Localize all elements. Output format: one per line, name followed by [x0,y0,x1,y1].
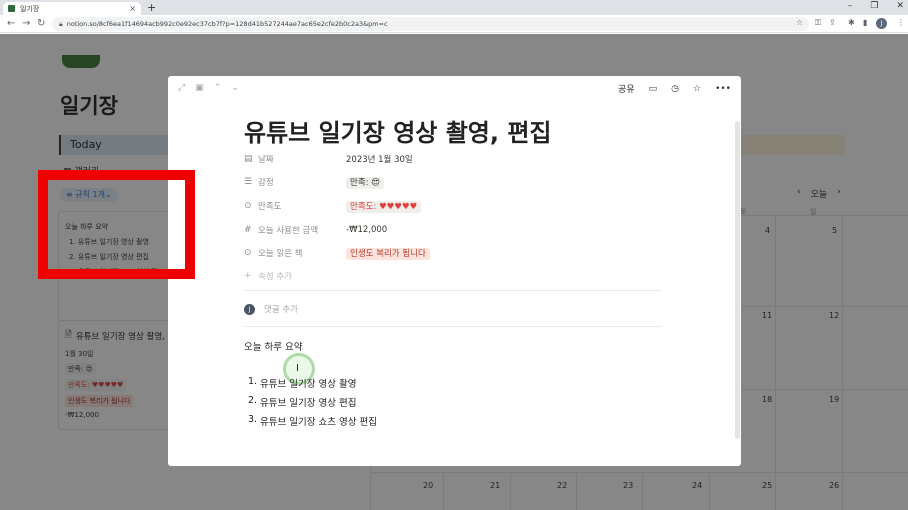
new-tab-button[interactable]: + [147,1,156,14]
reload-icon[interactable]: ↻ [37,18,45,29]
list-item[interactable]: 2. 유튜브 일기장 영상 편집 [248,395,377,414]
address-bar-row: ← → ↻ 🔒︎ notion.so/8cf6ea1f14694acb992c0… [0,15,908,33]
add-comment-placeholder: 댓글 추가 [264,305,298,315]
property-key: 오늘 사용한 금액 [258,226,319,236]
list-text: 유튜브 일기장 영상 편집 [260,398,357,409]
number-icon: # [244,225,252,235]
extensions-puzzle-icon[interactable]: ✱ [848,18,855,27]
modal-page-title[interactable]: 유튜브 일기장 영상 촬영, 편집 [244,113,552,148]
plus-icon: + [244,271,252,281]
add-property-button[interactable]: + 속성 추가 [244,268,662,284]
list-text: 유튜브 일기장 쇼츠 영상 편집 [260,417,377,428]
lock-icon: 🔒︎ [59,19,63,28]
modal-right-toolbar: 공유 ▭ ◷ ☆ ••• [618,82,731,96]
summary-heading[interactable]: 오늘 하루 요약 [244,339,302,353]
chevron-down-icon[interactable]: ⌄ [231,83,239,93]
forward-arrow-icon[interactable]: → [22,18,30,29]
property-row-date[interactable]: ▤ 날짜 2023년 1월 30일 [244,151,662,167]
add-comment-field[interactable]: J 댓글 추가 [244,303,298,315]
more-options-icon[interactable]: ••• [715,84,731,94]
url-text: notion.so/8cf6ea1f14694acb992c0e92ec37cb… [66,20,388,28]
menu-kebab-icon[interactable]: ⋮ [897,18,905,27]
list-number: 1. [248,376,258,387]
expand-icon[interactable]: ⤢ [178,83,185,93]
bookmark-star-icon[interactable]: ☆ [796,18,803,27]
side-panel-icon[interactable]: ▮ [863,18,867,27]
list-icon: ☰ [244,177,253,187]
property-value: -₩12,000 [346,225,388,235]
tab-title: 일기장 [20,4,40,13]
property-key: 오늘 읽은 책 [258,249,303,259]
property-key: 날짜 [258,155,274,165]
list-text: 유튜브 일기장 영상 촬영 [260,379,357,390]
list-number: 3. [248,414,258,425]
back-arrow-icon[interactable]: ← [7,18,15,29]
red-highlight-box [38,170,195,279]
window-controls: – ❐ ✕ [848,1,904,11]
property-value: 만족도: ♥♥♥♥♥ [346,201,422,213]
comment-icon[interactable]: ▭ [649,84,658,94]
history-clock-icon[interactable]: ◷ [671,84,679,94]
divider [244,326,662,327]
chevron-up-icon[interactable]: ⌃ [214,83,222,93]
list-item[interactable]: 3. 유튜브 일기장 쇼츠 영상 편집 [248,414,377,433]
select-icon: ⊙ [244,248,252,258]
favorite-star-icon[interactable]: ☆ [693,84,701,94]
modal-left-toolbar: ⤢ ▣ ⌃ ⌄ [178,83,239,93]
property-value: 만족: 😍 [346,177,385,189]
browser-tab-bar: 일기장 × + – ❐ ✕ [0,0,908,15]
property-key: 만족도 [258,202,282,212]
modal-scrollbar[interactable] [735,121,740,439]
close-window-button[interactable]: ✕ [896,1,904,11]
maximize-button[interactable]: ❐ [870,1,878,11]
property-value: 2023년 1월 30일 [346,155,413,165]
numbered-list: 1. 유튜브 일기장 영상 촬영 2. 유튜브 일기장 영상 편집 3. 유튜브 일기… [248,376,377,433]
property-row-book[interactable]: ⊙ 오늘 읽은 책 인생도 복리가 됩니다 [244,245,662,261]
notion-favicon-icon [8,5,15,12]
profile-avatar[interactable]: J [876,18,887,29]
tab-close-icon[interactable]: × [129,4,136,13]
list-number: 2. [248,395,258,406]
avatar: J [244,303,255,315]
share-button[interactable]: 공유 [618,82,635,95]
key-icon[interactable]: ⚿ [815,18,821,28]
property-value: 인생도 복리가 됩니다 [346,248,430,260]
text-cursor-icon: I [296,363,299,374]
property-row-amount[interactable]: # 오늘 사용한 금액 -₩12,000 [244,222,662,238]
share-page-icon[interactable]: ⇪ [829,18,836,27]
calendar-icon: ▤ [244,154,253,164]
list-item[interactable]: 1. 유튜브 일기장 영상 촬영 [248,376,377,395]
property-row-emotion[interactable]: ☰ 감정 만족: 😍 [244,174,662,190]
browser-tab[interactable]: 일기장 × [3,2,141,15]
property-row-satisfaction[interactable]: ⊙ 만족도 만족도: ♥♥♥♥♥ [244,198,662,214]
minimize-button[interactable]: – [848,1,853,11]
add-property-label: 속성 추가 [258,272,292,282]
property-key: 감정 [258,178,274,188]
open-as-page-icon[interactable]: ▣ [195,83,204,93]
divider [244,290,662,291]
select-icon: ⊙ [244,201,252,211]
page-peek-modal: ⤢ ▣ ⌃ ⌄ 공유 ▭ ◷ ☆ ••• 유튜브 일기장 영상 촬영, 편집 ▤… [168,76,741,466]
url-field[interactable]: 🔒︎ notion.so/8cf6ea1f14694acb992c0e92ec3… [52,17,809,31]
